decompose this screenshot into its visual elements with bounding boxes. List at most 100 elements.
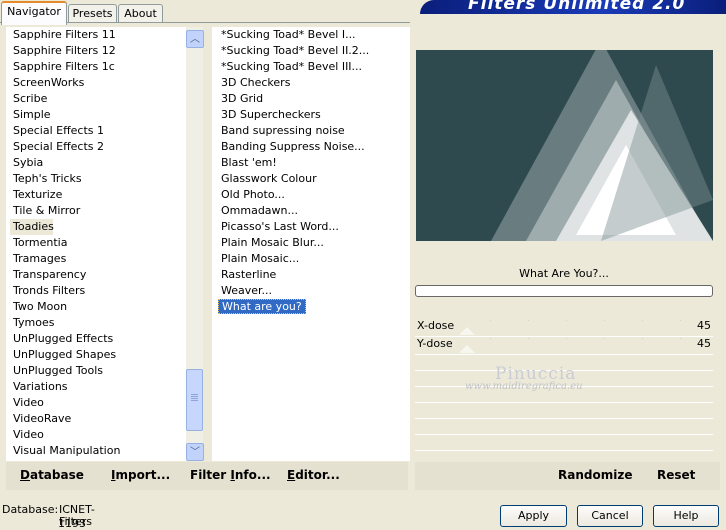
category-item[interactable]: Video [6, 427, 192, 443]
category-item[interactable]: Visual Manipulation [6, 443, 192, 459]
category-item[interactable]: Variations [6, 379, 192, 395]
category-item[interactable]: Tormentia [6, 235, 192, 251]
category-item[interactable]: Tramages [6, 251, 192, 267]
filter-item[interactable]: Picasso's Last Word... [212, 219, 410, 235]
param-label: Y-dose [417, 337, 453, 350]
filter-list[interactable]: *Sucking Toad* Bevel I... *Sucking Toad* … [212, 27, 410, 461]
category-item[interactable]: Scribe [6, 91, 192, 107]
filter-item[interactable]: 3D Checkers [212, 75, 410, 91]
tab-presets[interactable]: Presets [68, 4, 117, 23]
category-item[interactable]: Tile & Mirror [6, 203, 192, 219]
slider-thumb[interactable] [459, 345, 475, 353]
filter-item[interactable]: *Sucking Toad* Bevel II.2... [212, 43, 410, 59]
filter-item-label: Plain Mosaic... [221, 252, 300, 265]
category-item[interactable]: Video [6, 395, 192, 411]
slider-ticks [490, 320, 690, 321]
filter-item-label: Plain Mosaic Blur... [221, 236, 324, 249]
filter-item-label: Old Photo... [221, 188, 285, 201]
import-button[interactable]: Import... [111, 468, 170, 482]
tab-about[interactable]: About [118, 4, 163, 23]
randomize-button[interactable]: Randomize [558, 468, 632, 482]
filter-item[interactable]: Ommadawn... [212, 203, 410, 219]
category-item[interactable]: UnPlugged Shapes [6, 347, 192, 363]
filter-item[interactable]: *Sucking Toad* Bevel I... [212, 27, 410, 43]
app-banner: Filters Unlimited 2.0 [420, 0, 726, 14]
category-item[interactable]: Sapphire Filters 11 [6, 27, 192, 43]
category-item[interactable]: UnPlugged Effects [6, 331, 192, 347]
slider-thumb[interactable] [459, 327, 475, 335]
category-item[interactable]: Texturize [6, 187, 192, 203]
filter-item[interactable]: Plain Mosaic Blur... [212, 235, 410, 251]
preview-image [416, 50, 713, 241]
filter-item[interactable]: Rasterline [212, 267, 410, 283]
filter-item[interactable]: *Sucking Toad* Bevel III... [212, 59, 410, 75]
category-item[interactable]: Toadies [10, 219, 54, 235]
category-item[interactable]: Sapphire Filters 12 [6, 43, 192, 59]
left-button-bar: Database Import... Filter Info... Editor… [6, 462, 408, 490]
filter-item[interactable]: Old Photo... [212, 187, 410, 203]
editor-button[interactable]: Editor... [287, 468, 340, 482]
filter-item-label: Weaver... [221, 284, 273, 297]
filter-item-label: 3D Supercheckers [221, 108, 321, 121]
category-item[interactable]: Two Moon [6, 299, 192, 315]
param-value: 45 [697, 319, 711, 332]
status-database: Database: ICNET-Filters [2, 504, 95, 528]
right-button-bar: Randomize Reset [415, 462, 720, 490]
watermark-url: www.maidiregrafica.eu [465, 381, 583, 392]
filter-item-label: Ommadawn... [221, 204, 299, 217]
param-label: X-dose [417, 319, 455, 332]
filter-info-button[interactable]: Filter Info... [190, 468, 271, 482]
filter-item[interactable]: Glasswork Colour [212, 171, 410, 187]
filter-item-label: Band supressing noise [221, 124, 345, 137]
scroll-down-button[interactable]: ﹀ [186, 443, 204, 461]
database-button[interactable]: Database [20, 468, 84, 482]
filter-item-label: 3D Checkers [221, 76, 291, 89]
filter-item-label: *Sucking Toad* Bevel II.2... [221, 44, 370, 57]
category-item[interactable]: Transparency [6, 267, 192, 283]
category-item[interactable]: VideoRave [6, 411, 192, 427]
reset-button[interactable]: Reset [657, 468, 695, 482]
filter-item[interactable]: Band supressing noise [212, 123, 410, 139]
filter-item-label: Blast 'em! [221, 156, 277, 169]
filter-item[interactable]: Weaver... [212, 283, 410, 299]
scroll-thumb[interactable] [186, 369, 203, 431]
watermark: Pinuccia www.maidiregrafica.eu [465, 364, 705, 392]
filter-item-label: *Sucking Toad* Bevel I... [221, 28, 356, 41]
category-item[interactable]: Special Effects 1 [6, 123, 192, 139]
progress-bar [415, 285, 713, 297]
category-item[interactable]: Sybia [6, 155, 192, 171]
filter-item[interactable]: Plain Mosaic... [212, 251, 410, 267]
filter-item[interactable]: Banding Suppress Noise... [212, 139, 410, 155]
scroll-up-button[interactable]: ︿ [186, 30, 204, 48]
filter-item-label: Banding Suppress Noise... [221, 140, 365, 153]
param-x-dose[interactable]: X-dose 45 [415, 318, 713, 337]
category-item[interactable]: Sapphire Filters 1c [6, 59, 192, 75]
filter-item-label: Rasterline [221, 268, 277, 281]
filter-item-label: *Sucking Toad* Bevel III... [221, 60, 363, 73]
filter-item[interactable]: 3D Grid [212, 91, 410, 107]
status-count: 1193 [58, 517, 86, 530]
category-item[interactable]: ScreenWorks [6, 75, 192, 91]
chevron-down-icon: ﹀ [190, 447, 200, 458]
apply-button[interactable]: Apply [500, 505, 567, 527]
filter-item-label: 3D Grid [221, 92, 264, 105]
cancel-button[interactable]: Cancel [577, 505, 643, 527]
category-list[interactable]: Sapphire Filters 11 Sapphire Filters 12 Sa… [6, 27, 192, 461]
category-item[interactable]: UnPlugged Tools [6, 363, 192, 379]
category-item[interactable]: Tronds Filters [6, 283, 192, 299]
param-y-dose[interactable]: Y-dose 45 [415, 336, 713, 355]
param-slot [415, 403, 713, 419]
category-item[interactable]: Tymoes [6, 315, 192, 331]
filter-item[interactable]: Blast 'em! [212, 155, 410, 171]
filter-item[interactable]: 3D Supercheckers [212, 107, 410, 123]
filter-item[interactable]: What are you? [212, 299, 410, 315]
help-button[interactable]: Help [653, 505, 719, 527]
category-scrollbar[interactable]: ︿ ﹀ [186, 27, 204, 461]
slider-ticks [490, 338, 690, 339]
category-item[interactable]: Simple [6, 107, 192, 123]
category-item[interactable]: Special Effects 2 [6, 139, 192, 155]
filter-item-label: What are you? [218, 299, 306, 314]
category-item[interactable]: Teph's Tricks [6, 171, 192, 187]
param-slot [415, 435, 713, 451]
tab-navigator[interactable]: Navigator [1, 1, 67, 25]
